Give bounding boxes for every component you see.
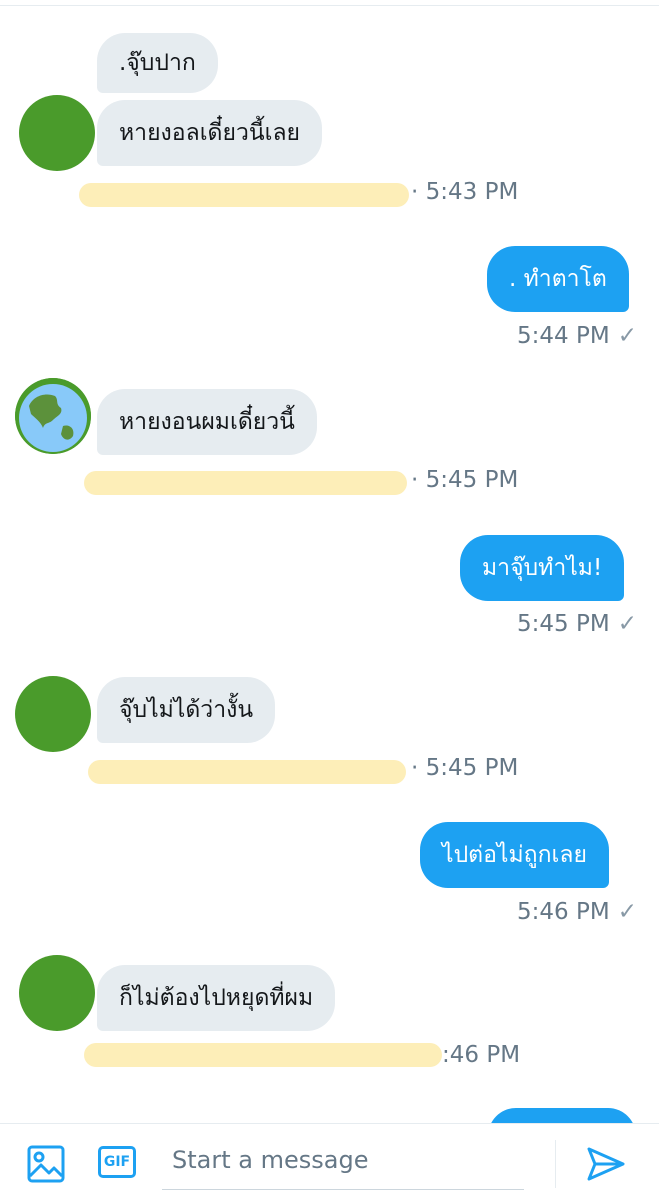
message-bubble-incoming[interactable]: หายงอนผมเดี๋ยวนี้: [97, 389, 317, 455]
message-meta: 5:44 PM ✓: [517, 323, 637, 349]
message-bubble-incoming[interactable]: .จุ๊บปาก: [97, 33, 218, 93]
message-input[interactable]: Start a message: [162, 1138, 524, 1190]
message-meta: :46 PM: [442, 1042, 520, 1068]
message-meta: 5:46 PM ✓: [517, 899, 637, 925]
message-text: หายงอลเดี๋ยวนี้เลย: [119, 120, 301, 146]
message-bubble-incoming[interactable]: จุ๊บไม่ได้ว่างั้น: [97, 677, 276, 743]
message-meta: · 5:45 PM: [411, 467, 519, 493]
message-text: หายงอนผมเดี๋ยวนี้: [119, 409, 295, 435]
message-bubble-outgoing[interactable]: มาจุ๊บทำไม!: [460, 535, 625, 601]
redacted-sender-name: [84, 471, 407, 495]
message-bubble-incoming[interactable]: ก็ไม่ต้องไปหยุดที่ผม: [97, 965, 336, 1031]
globe-icon: [15, 378, 91, 454]
send-icon: [587, 1147, 625, 1181]
message-text: . ทำตาโต: [509, 266, 607, 292]
read-check-icon: ✓: [617, 611, 637, 637]
redacted-sender-name: [84, 1043, 442, 1067]
message-timestamp: 5:45 PM: [517, 611, 610, 637]
message-timestamp: 5:43 PM: [425, 179, 519, 205]
gif-button[interactable]: GIF: [98, 1146, 136, 1178]
message-timestamp: 5:44 PM: [517, 323, 610, 349]
message-text: .จุ๊บปาก: [119, 50, 196, 76]
message-meta: · 5:43 PM: [411, 179, 519, 205]
avatar[interactable]: [15, 676, 91, 752]
send-button[interactable]: [585, 1146, 627, 1182]
message-timestamp: 5:45 PM: [425, 755, 519, 781]
globe-avatar[interactable]: [15, 378, 91, 454]
message-bubble-incoming[interactable]: หายงอลเดี๋ยวนี้เลย: [97, 100, 323, 166]
read-check-icon: ✓: [617, 323, 637, 349]
message-timestamp: 5:46 PM: [517, 899, 610, 925]
message-text: ก็ไม่ต้องไปหยุดที่ผม: [119, 985, 314, 1011]
avatar[interactable]: [19, 955, 95, 1031]
message-timestamp: :46 PM: [442, 1042, 521, 1068]
message-text: ไปต่อไม่ถูกเลย: [442, 842, 587, 868]
message-text: มาจุ๊บทำไม!: [482, 555, 603, 581]
message-meta: · 5:45 PM: [411, 755, 519, 781]
redacted-sender-name: [88, 760, 406, 784]
message-text: จุ๊บไม่ได้ว่างั้น: [119, 697, 254, 723]
image-icon-svg: [27, 1145, 65, 1183]
message-bubble-outgoing[interactable]: . ทำตาโต: [487, 246, 629, 312]
message-input-placeholder: Start a message: [172, 1146, 369, 1174]
read-check-icon: ✓: [617, 899, 637, 925]
image-icon[interactable]: [26, 1144, 66, 1184]
gif-icon: GIF: [98, 1146, 136, 1178]
message-bubble-outgoing[interactable]: ไปต่อไม่ถูกเลย: [420, 822, 609, 888]
composer-divider: [555, 1140, 556, 1188]
composer-bar: GIF Start a message: [0, 1123, 659, 1200]
message-timestamp: 5:45 PM: [425, 467, 519, 493]
avatar[interactable]: [19, 95, 95, 171]
top-divider: [0, 0, 659, 6]
message-meta: 5:45 PM ✓: [517, 611, 637, 637]
redacted-sender-name: [79, 183, 409, 207]
